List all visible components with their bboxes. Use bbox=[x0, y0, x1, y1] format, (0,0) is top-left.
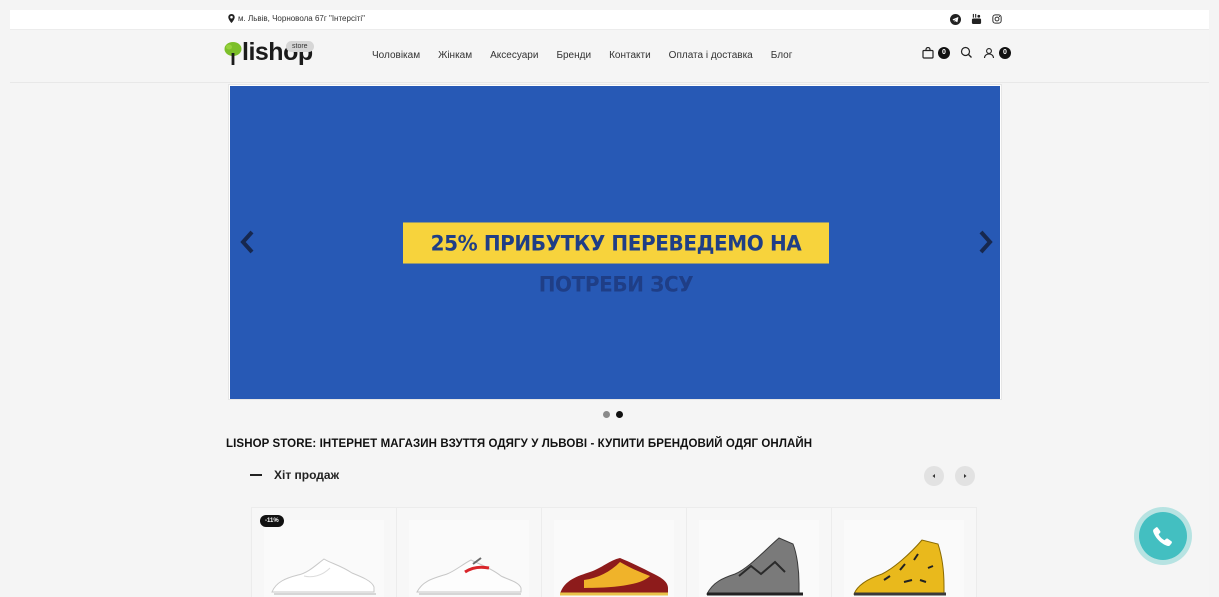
caret-right-icon bbox=[964, 474, 967, 478]
product-carousel-controls bbox=[924, 466, 975, 486]
header-icons: 0 0 bbox=[922, 46, 1011, 59]
cart-count-badge: 0 bbox=[938, 46, 950, 59]
nav-item-women[interactable]: Жінкам bbox=[438, 50, 472, 61]
product-card[interactable] bbox=[832, 508, 976, 597]
slider-dot-1[interactable] bbox=[603, 411, 610, 418]
cart-icon[interactable] bbox=[922, 46, 934, 59]
slider-dots bbox=[603, 411, 623, 418]
section-header: Хіт продаж bbox=[250, 468, 339, 482]
carousel-next-button[interactable] bbox=[955, 466, 975, 486]
red-yellow-dunk-product-image[interactable] bbox=[554, 520, 674, 597]
product-list: -11% bbox=[251, 507, 977, 597]
slider-prev-arrow-icon[interactable] bbox=[238, 229, 258, 255]
nav-item-brands[interactable]: Бренди bbox=[556, 50, 591, 61]
carousel-prev-button[interactable] bbox=[924, 466, 944, 486]
slider-dot-2[interactable] bbox=[616, 411, 623, 418]
logo-badge: store bbox=[286, 41, 314, 52]
section-title: Хіт продаж bbox=[274, 468, 340, 482]
product-card[interactable] bbox=[542, 508, 687, 597]
youtube-icon[interactable] bbox=[971, 13, 982, 25]
location-pin-icon bbox=[228, 14, 235, 23]
product-card[interactable]: -11% bbox=[252, 508, 397, 597]
product-card[interactable] bbox=[397, 508, 542, 597]
search-icon[interactable] bbox=[960, 46, 973, 59]
account-count-badge: 0 bbox=[999, 46, 1011, 59]
page-heading: LISHOP STORE: ІНТЕРНЕТ МАГАЗИН ВЗУТТЯ ОД… bbox=[226, 438, 813, 450]
store-address: м. Львів, Чорновола 67г "Інтерсіті" bbox=[228, 14, 365, 23]
main-nav: Чоловікам Жінкам Аксесуари Бренди Контак… bbox=[372, 50, 792, 61]
white-sneaker-product-image[interactable] bbox=[264, 520, 384, 597]
slider-next-arrow-icon[interactable] bbox=[975, 229, 995, 255]
nav-item-men[interactable]: Чоловікам bbox=[372, 50, 420, 61]
user-icon[interactable] bbox=[983, 47, 995, 59]
logo[interactable]: lishop store bbox=[224, 40, 314, 65]
page: м. Львів, Чорновола 67г "Інтерсіті" lish… bbox=[10, 10, 1209, 597]
product-card[interactable] bbox=[687, 508, 832, 597]
section-dash bbox=[250, 474, 262, 476]
hero-banner-text: 25% ПРИБУТКУ ПЕРЕВЕДЕМО НА ПОТРЕБИ ЗСУ bbox=[403, 222, 829, 297]
hero-slide[interactable]: 25% ПРИБУТКУ ПЕРЕВЕДЕМО НА ПОТРЕБИ ЗСУ bbox=[230, 86, 1000, 399]
nav-item-blog[interactable]: Блог bbox=[771, 50, 793, 61]
nav-item-payment-delivery[interactable]: Оплата і доставка bbox=[669, 50, 753, 61]
nav-item-accessories[interactable]: Аксесуари bbox=[490, 50, 538, 61]
caret-left-icon bbox=[932, 474, 935, 478]
site-header: lishop store Чоловікам Жінкам Аксесуари … bbox=[10, 31, 1209, 83]
phone-icon bbox=[1153, 527, 1172, 547]
call-button-inner bbox=[1139, 512, 1187, 560]
address-text: м. Львів, Чорновола 67г "Інтерсіті" bbox=[238, 14, 366, 23]
call-button[interactable] bbox=[1134, 507, 1192, 565]
yellow-high-top-product-image[interactable] bbox=[844, 520, 964, 597]
nav-item-contacts[interactable]: Контакти bbox=[609, 50, 651, 61]
telegram-icon[interactable] bbox=[950, 13, 961, 25]
top-bar: м. Львів, Чорновола 67г "Інтерсіті" bbox=[10, 10, 1209, 30]
instagram-icon[interactable] bbox=[992, 14, 1002, 24]
white-red-sneaker-product-image[interactable] bbox=[409, 520, 529, 597]
social-links bbox=[950, 13, 1002, 25]
discount-badge: -11% bbox=[260, 515, 284, 527]
tree-logo-icon bbox=[224, 42, 242, 65]
grey-high-top-product-image[interactable] bbox=[699, 520, 819, 597]
hero-slider: 25% ПРИБУТКУ ПЕРЕВЕДЕМО НА ПОТРЕБИ ЗСУ bbox=[228, 84, 1002, 400]
